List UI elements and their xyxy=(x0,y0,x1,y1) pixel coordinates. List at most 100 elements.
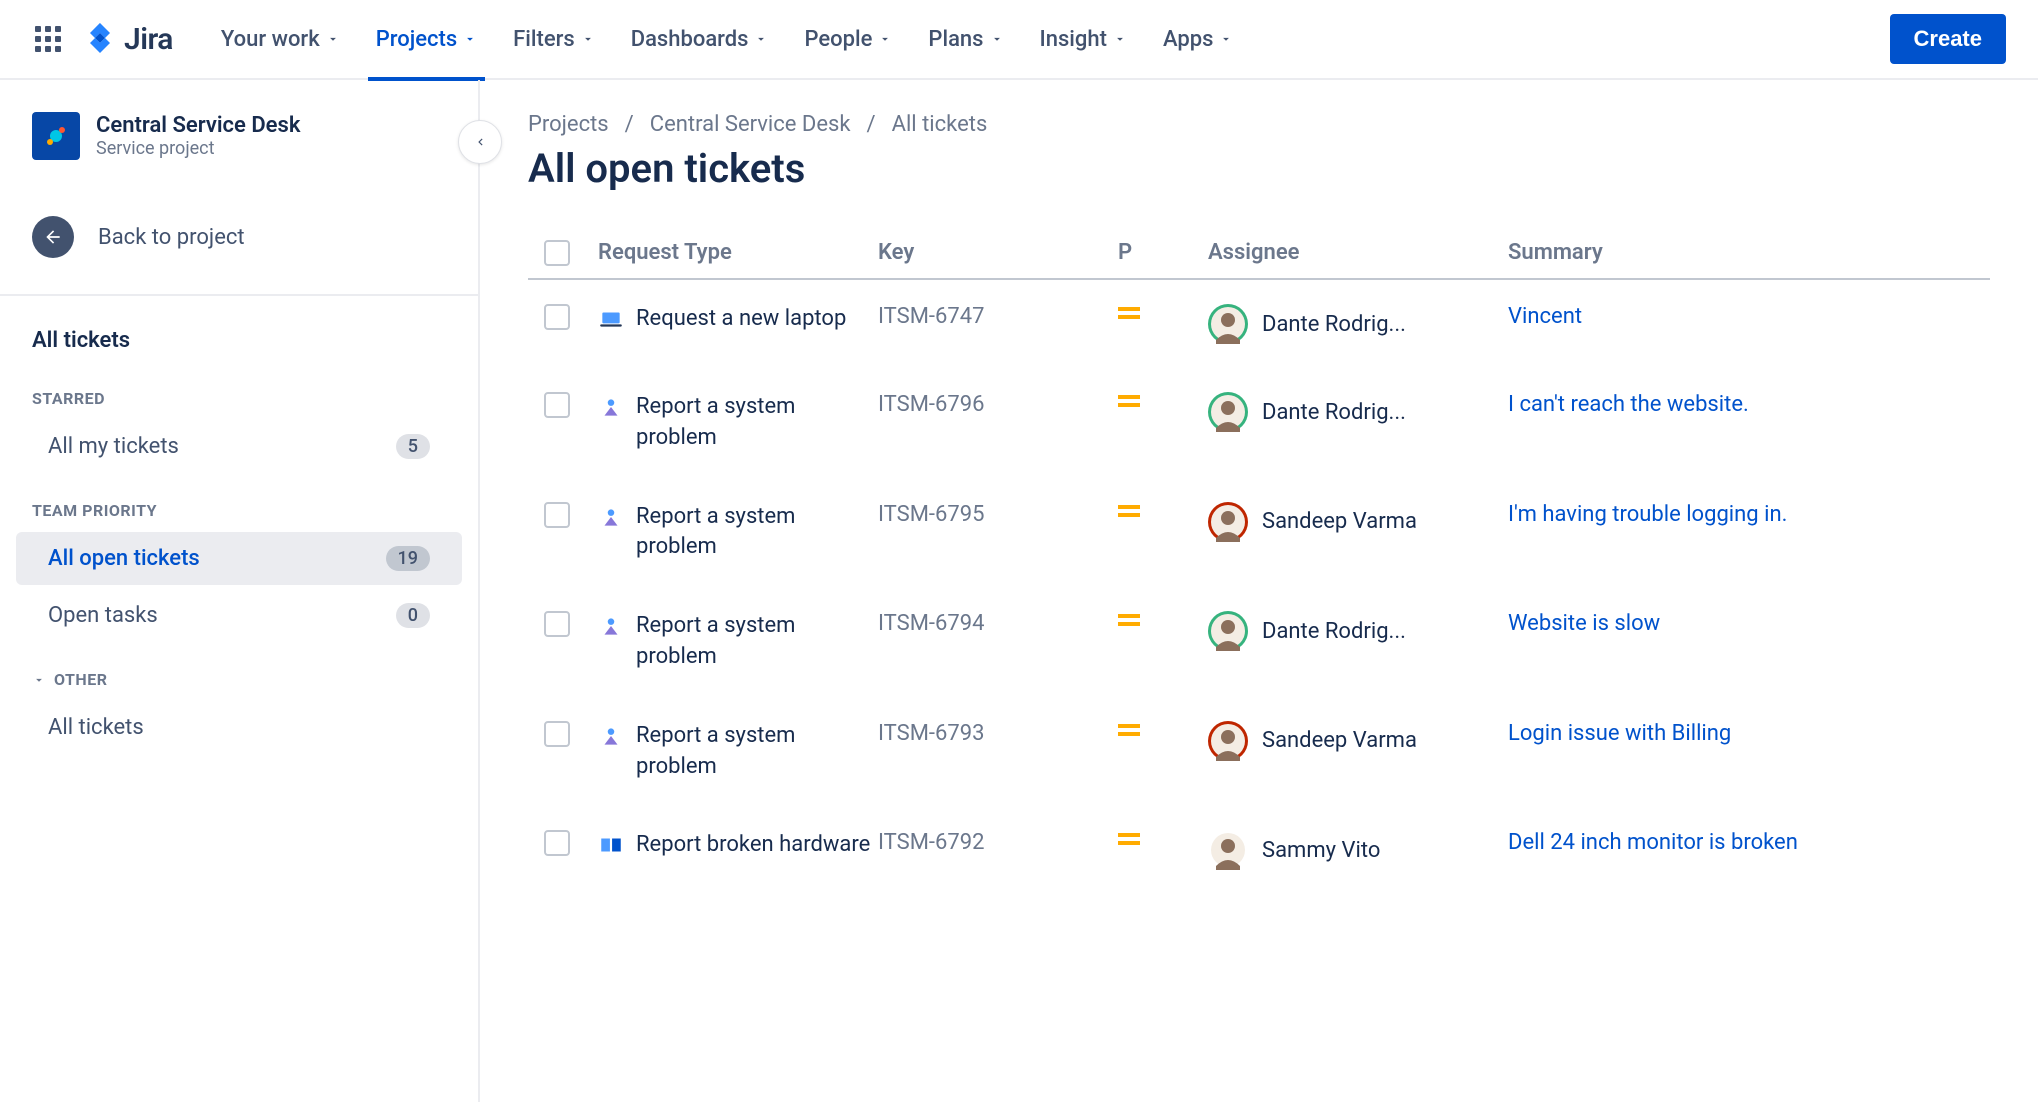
request-type-text: Report broken hardware xyxy=(636,830,870,861)
nav-item-projects[interactable]: Projects xyxy=(360,0,493,79)
collapse-sidebar-button[interactable] xyxy=(458,120,502,164)
breadcrumb-project[interactable]: Central Service Desk xyxy=(650,112,851,137)
jira-logo-text: Jira xyxy=(124,22,173,57)
request-type-text: Report a system problem xyxy=(636,392,878,454)
col-priority[interactable]: P xyxy=(1118,240,1208,266)
sidebar-item-label: Open tasks xyxy=(48,603,158,628)
chevron-down-icon xyxy=(1113,27,1127,52)
sidebar-item-label: All tickets xyxy=(48,715,144,740)
sidebar-section-other[interactable]: OTHER xyxy=(0,646,478,697)
request-type-text: Report a system problem xyxy=(636,721,878,783)
ticket-key[interactable]: ITSM-6792 xyxy=(878,830,1118,855)
project-icon xyxy=(32,112,80,160)
chevron-down-icon xyxy=(581,27,595,52)
create-button[interactable]: Create xyxy=(1890,14,2006,64)
nav-item-dashboards[interactable]: Dashboards xyxy=(615,0,785,79)
chevron-down-icon xyxy=(463,27,477,52)
count-badge: 19 xyxy=(386,546,430,571)
nav-item-your-work[interactable]: Your work xyxy=(205,0,356,79)
request-type-icon xyxy=(598,394,624,420)
col-key[interactable]: Key xyxy=(878,240,1118,266)
request-type-text: Report a system problem xyxy=(636,502,878,564)
jira-logo[interactable]: Jira xyxy=(84,22,173,57)
assignee-name: Sandeep Varma xyxy=(1262,728,1417,753)
chevron-down-icon xyxy=(878,27,892,52)
count-badge: 5 xyxy=(396,434,430,459)
row-checkbox[interactable] xyxy=(544,502,570,528)
ticket-summary-link[interactable]: Vincent xyxy=(1508,304,1582,329)
back-label: Back to project xyxy=(98,225,245,250)
sidebar-all-tickets-heading[interactable]: All tickets xyxy=(0,316,478,365)
breadcrumb-projects[interactable]: Projects xyxy=(528,112,609,137)
nav-item-plans[interactable]: Plans xyxy=(912,0,1019,79)
table-row: Report a system problemITSM-6794 Dante Ro… xyxy=(528,587,1990,697)
back-arrow-icon xyxy=(32,216,74,258)
sidebar-item-label: All my tickets xyxy=(48,434,179,459)
table-header: Request Type Key P Assignee Summary xyxy=(528,240,1990,280)
nav-item-insight[interactable]: Insight xyxy=(1024,0,1143,79)
breadcrumb-separator: / xyxy=(867,112,876,137)
page-title: All open tickets xyxy=(528,145,1990,192)
sidebar-item-open-tasks[interactable]: Open tasks 0 xyxy=(16,589,462,642)
row-checkbox[interactable] xyxy=(544,830,570,856)
nav-item-people[interactable]: People xyxy=(788,0,908,79)
chevron-down-icon xyxy=(990,27,1004,52)
avatar xyxy=(1208,830,1248,870)
back-to-project-link[interactable]: Back to project xyxy=(0,200,478,274)
row-checkbox[interactable] xyxy=(544,721,570,747)
avatar xyxy=(1208,392,1248,432)
project-subtitle: Service project xyxy=(96,138,300,159)
assignee-name: Dante Rodrig... xyxy=(1262,619,1406,644)
sidebar-section-team-priority: TEAM PRIORITY xyxy=(0,477,478,528)
avatar xyxy=(1208,721,1248,761)
request-type-icon xyxy=(598,613,624,639)
app-switcher-icon[interactable] xyxy=(32,23,64,55)
count-badge: 0 xyxy=(396,603,430,628)
nav-item-apps[interactable]: Apps xyxy=(1147,0,1249,79)
tickets-table: Request Type Key P Assignee Summary Requ… xyxy=(528,240,1990,894)
ticket-summary-link[interactable]: Login issue with Billing xyxy=(1508,721,1731,746)
select-all-checkbox[interactable] xyxy=(544,240,570,266)
request-type-text: Report a system problem xyxy=(636,611,878,673)
ticket-summary-link[interactable]: I can't reach the website. xyxy=(1508,392,1749,417)
sidebar-section-starred: STARRED xyxy=(0,365,478,416)
row-checkbox[interactable] xyxy=(544,392,570,418)
request-type-icon xyxy=(598,504,624,530)
table-row: Request a new laptopITSM-6747Dante Rodri… xyxy=(528,280,1990,368)
ticket-key[interactable]: ITSM-6747 xyxy=(878,304,1118,329)
project-title: Central Service Desk xyxy=(96,113,300,138)
ticket-summary-link[interactable]: Website is slow xyxy=(1508,611,1660,636)
chevron-down-icon xyxy=(1219,27,1233,52)
col-assignee[interactable]: Assignee xyxy=(1208,240,1508,266)
ticket-key[interactable]: ITSM-6796 xyxy=(878,392,1118,417)
avatar xyxy=(1208,611,1248,651)
row-checkbox[interactable] xyxy=(544,611,570,637)
assignee-name: Dante Rodrig... xyxy=(1262,400,1406,425)
chevron-down-icon xyxy=(32,673,46,687)
priority-medium-icon xyxy=(1118,724,1140,740)
chevron-down-icon xyxy=(326,27,340,52)
sidebar-item-label: All open tickets xyxy=(48,546,200,571)
row-checkbox[interactable] xyxy=(544,304,570,330)
breadcrumb-page[interactable]: All tickets xyxy=(892,112,988,137)
assignee-name: Sammy Vito xyxy=(1262,838,1380,863)
request-type-icon xyxy=(598,306,624,332)
assignee-name: Sandeep Varma xyxy=(1262,509,1417,534)
top-nav: Jira Your workProjectsFiltersDashboardsP… xyxy=(0,0,2038,80)
ticket-summary-link[interactable]: Dell 24 inch monitor is broken xyxy=(1508,830,1798,855)
project-header: Central Service Desk Service project xyxy=(0,112,478,184)
ticket-summary-link[interactable]: I'm having trouble logging in. xyxy=(1508,502,1787,527)
priority-medium-icon xyxy=(1118,505,1140,521)
sidebar-item-all-my-tickets[interactable]: All my tickets 5 xyxy=(16,420,462,473)
col-request-type[interactable]: Request Type xyxy=(598,240,878,266)
ticket-key[interactable]: ITSM-6793 xyxy=(878,721,1118,746)
priority-medium-icon xyxy=(1118,307,1140,323)
sidebar-item-all-open-tickets[interactable]: All open tickets 19 xyxy=(16,532,462,585)
sidebar-item-all-tickets[interactable]: All tickets xyxy=(16,701,462,754)
ticket-key[interactable]: ITSM-6795 xyxy=(878,502,1118,527)
nav-items: Your workProjectsFiltersDashboardsPeople… xyxy=(205,0,1882,79)
col-summary[interactable]: Summary xyxy=(1508,240,1990,266)
nav-item-filters[interactable]: Filters xyxy=(497,0,611,79)
ticket-key[interactable]: ITSM-6794 xyxy=(878,611,1118,636)
chevron-down-icon xyxy=(754,27,768,52)
